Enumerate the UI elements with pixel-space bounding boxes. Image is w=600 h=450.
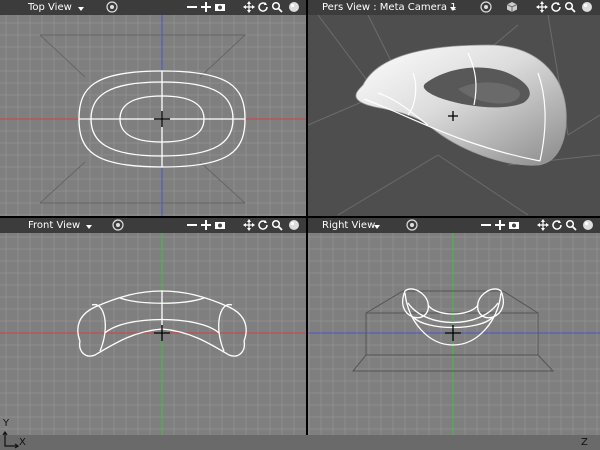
search-icon[interactable] <box>271 1 283 13</box>
camera-icon[interactable] <box>508 219 520 231</box>
front-view-canvas[interactable] <box>0 233 306 435</box>
view-menu-chevron-icon[interactable] <box>86 225 92 229</box>
pers-view-viewport[interactable]: Pers View : Meta Camera 1 <box>308 0 600 216</box>
rotate-icon[interactable] <box>257 219 269 231</box>
rotate-icon[interactable] <box>257 1 269 13</box>
move-icon[interactable] <box>186 1 198 13</box>
cube-icon[interactable] <box>506 1 518 13</box>
sphere-icon[interactable] <box>582 219 594 231</box>
pers-view-header: Pers View : Meta Camera 1 <box>308 0 600 15</box>
right-view-viewport[interactable]: Right View <box>308 218 600 435</box>
axis-gizmo-icon <box>2 430 20 449</box>
move-icon[interactable] <box>186 219 198 231</box>
front-view-viewport[interactable]: Front View <box>0 218 306 435</box>
top-view-canvas[interactable] <box>0 15 306 216</box>
right-view-header: Right View <box>308 218 600 233</box>
camera-icon[interactable] <box>214 1 226 13</box>
rotate-icon[interactable] <box>551 219 563 231</box>
right-view-canvas[interactable] <box>308 233 600 435</box>
search-icon[interactable] <box>565 219 577 231</box>
pan-icon[interactable] <box>536 1 548 13</box>
search-icon[interactable] <box>271 219 283 231</box>
view-menu-chevron-icon[interactable] <box>78 7 84 11</box>
target-icon[interactable] <box>106 1 118 13</box>
zoom-icon[interactable] <box>494 219 506 231</box>
view-menu-chevron-icon[interactable] <box>374 225 380 229</box>
top-view-header: Top View <box>0 0 306 15</box>
search-icon[interactable] <box>564 1 576 13</box>
pan-icon[interactable] <box>537 219 549 231</box>
target-icon[interactable] <box>406 219 418 231</box>
target-icon[interactable] <box>112 219 124 231</box>
right-view-title: Right View <box>322 220 376 231</box>
modeler-window: Top View Pers View: Meta Camera 1 Front… <box>0 0 600 450</box>
move-icon[interactable] <box>480 219 492 231</box>
front-view-header: Front View <box>0 218 306 233</box>
z-axis-label: Z <box>581 437 588 448</box>
pivot-crosshair[interactable] <box>154 111 170 127</box>
pers-view-canvas[interactable] <box>308 15 600 216</box>
sphere-icon[interactable] <box>288 1 300 13</box>
grid <box>0 233 306 435</box>
target-icon[interactable] <box>480 1 492 13</box>
view-menu-chevron-icon[interactable] <box>450 7 456 11</box>
zoom-icon[interactable] <box>200 1 212 13</box>
pan-icon[interactable] <box>243 1 255 13</box>
rotate-icon[interactable] <box>550 1 562 13</box>
grid <box>308 233 600 435</box>
front-view-title: Front View <box>28 220 81 231</box>
zoom-icon[interactable] <box>200 219 212 231</box>
x-axis-label: X <box>19 437 26 448</box>
camera-icon[interactable] <box>214 219 226 231</box>
top-view-title: Top View <box>28 2 72 13</box>
axis-status-bar: X Z <box>0 435 600 450</box>
pan-icon[interactable] <box>243 219 255 231</box>
top-view-viewport[interactable]: Top View <box>0 0 306 216</box>
pivot-crosshair[interactable] <box>154 325 170 341</box>
sphere-icon[interactable] <box>288 219 300 231</box>
grid <box>0 15 306 216</box>
y-axis-label: Y <box>3 418 10 429</box>
sphere-icon[interactable] <box>581 1 593 13</box>
pers-view-title: Pers View : Meta Camera 1 <box>322 2 457 13</box>
